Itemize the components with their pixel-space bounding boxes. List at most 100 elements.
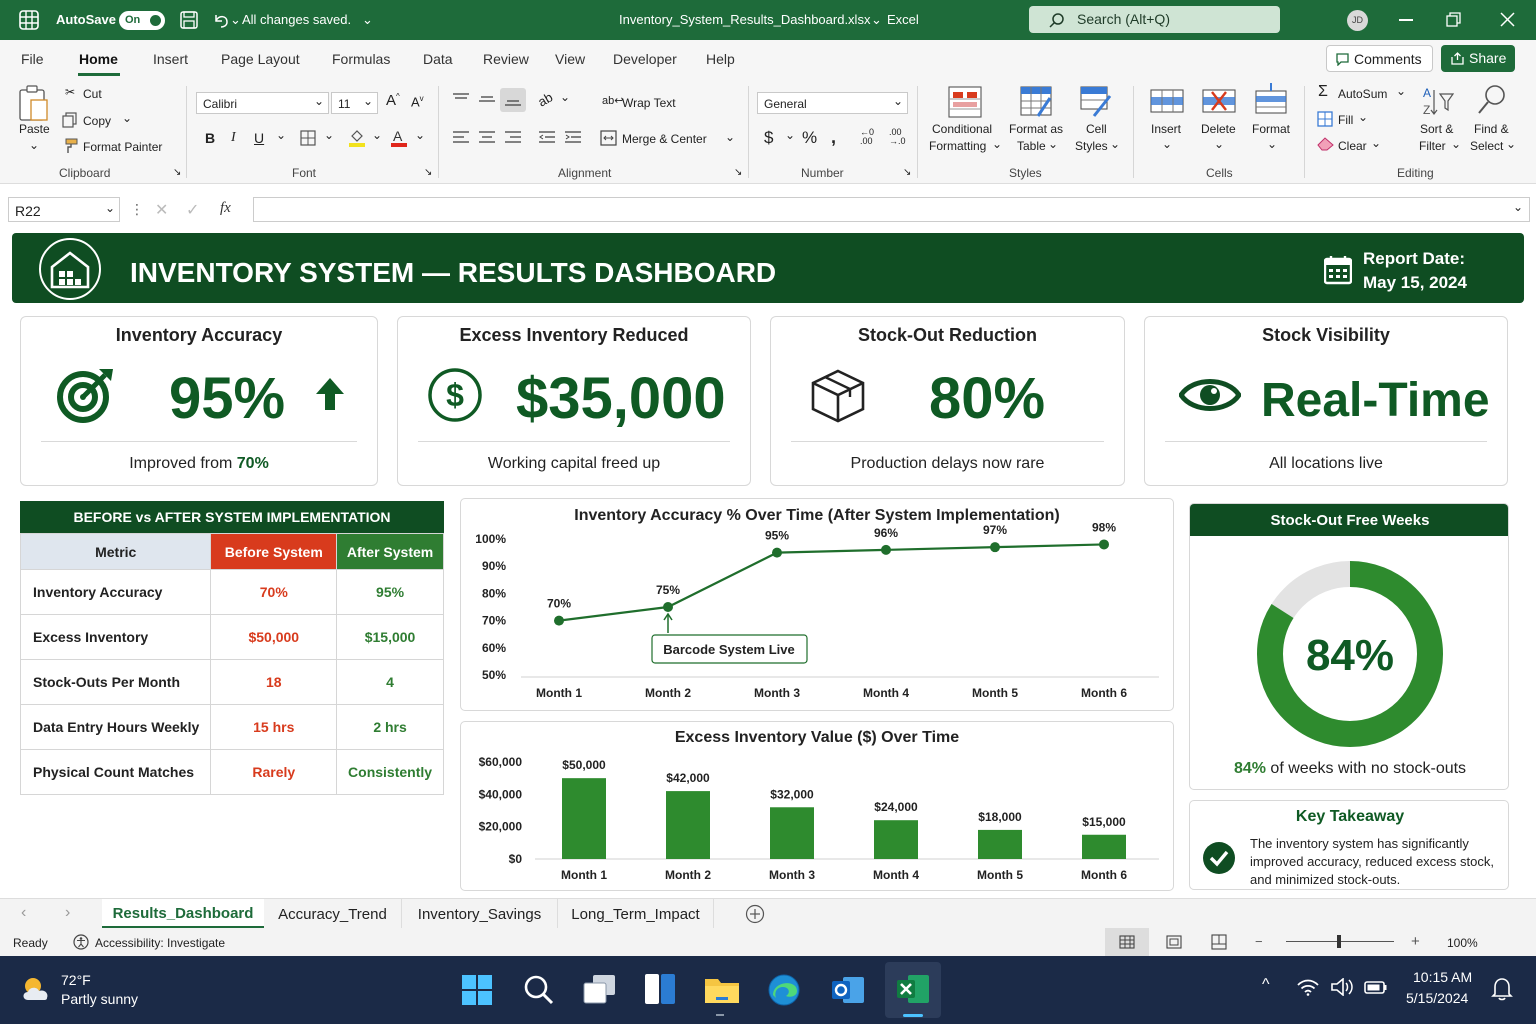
font-color-icon[interactable]: A bbox=[390, 128, 408, 148]
font-size-select[interactable]: 11 ⌄ bbox=[331, 92, 378, 114]
taskbar-search-icon[interactable] bbox=[522, 973, 554, 1005]
number-launcher-icon[interactable]: ↘ bbox=[903, 167, 911, 178]
percent-icon[interactable]: % bbox=[802, 128, 817, 148]
undo-dropdown[interactable]: ⌄ bbox=[230, 12, 241, 28]
conditional-formatting-icon[interactable] bbox=[948, 86, 982, 118]
currency-icon[interactable]: $ bbox=[764, 128, 773, 148]
fill-color-dropdown[interactable]: ⌄ bbox=[372, 128, 382, 142]
paste-icon[interactable] bbox=[17, 84, 51, 124]
wrap-text-button[interactable]: Wrap Text bbox=[622, 96, 676, 110]
align-center-icon[interactable] bbox=[478, 130, 496, 146]
clock-date[interactable]: 5/15/2024 bbox=[1406, 990, 1468, 1006]
expand-formula-chevron-icon[interactable]: ⌄ bbox=[1513, 200, 1523, 214]
clock-time[interactable]: 10:15 AM bbox=[1413, 969, 1472, 985]
tab-page-layout[interactable]: Page Layout bbox=[221, 51, 300, 67]
decrease-indent-icon[interactable] bbox=[538, 130, 556, 146]
save-status-chevron-icon[interactable]: ⌄ bbox=[362, 12, 373, 28]
tab-data[interactable]: Data bbox=[423, 51, 453, 67]
normal-view-button[interactable] bbox=[1105, 928, 1149, 956]
format-cells-icon[interactable] bbox=[1255, 83, 1287, 117]
merge-dropdown[interactable]: ⌄ bbox=[725, 130, 735, 144]
scroll-right-icon[interactable]: › bbox=[65, 904, 70, 922]
font-name-select[interactable]: Calibri ⌄ bbox=[196, 92, 329, 114]
excel-taskbar-button[interactable] bbox=[885, 962, 941, 1018]
add-sheet-icon[interactable] bbox=[745, 904, 765, 924]
page-break-view-icon[interactable] bbox=[1211, 934, 1227, 950]
find-select-icon[interactable] bbox=[1476, 83, 1508, 117]
cancel-entry-icon[interactable]: ✕ bbox=[155, 200, 168, 220]
tab-home[interactable]: Home bbox=[79, 51, 118, 67]
increase-font-icon[interactable]: A^ bbox=[386, 92, 400, 109]
format-as-table-dropdown[interactable]: ⌄ bbox=[1048, 137, 1058, 151]
orientation-dropdown[interactable]: ⌄ bbox=[560, 90, 570, 104]
task-view-icon[interactable] bbox=[583, 974, 617, 1006]
search-input[interactable]: Search (Alt+Q) bbox=[1029, 6, 1280, 33]
clipboard-launcher-icon[interactable]: ↘ bbox=[173, 167, 181, 178]
format-painter-icon[interactable] bbox=[62, 138, 78, 154]
accessibility-status[interactable]: Accessibility: Investigate bbox=[95, 936, 225, 950]
increase-decimal-icon[interactable]: ←0.00 bbox=[860, 128, 874, 146]
notifications-bell-icon[interactable] bbox=[1491, 977, 1513, 1001]
sheet-tab-long-term-impact[interactable]: Long_Term_Impact bbox=[558, 899, 714, 929]
decrease-decimal-icon[interactable]: .00 →.0 bbox=[889, 128, 906, 146]
increase-indent-icon[interactable] bbox=[564, 130, 582, 146]
zoom-out-icon[interactable]: − bbox=[1255, 934, 1263, 949]
find-select-button[interactable]: Find & bbox=[1474, 122, 1509, 136]
delete-cells-dropdown[interactable]: ⌄ bbox=[1214, 137, 1224, 151]
conditional-formatting-button[interactable]: Conditional bbox=[932, 122, 992, 136]
alignment-launcher-icon[interactable]: ↘ bbox=[734, 167, 742, 178]
cell-styles-button[interactable]: Cell bbox=[1086, 122, 1107, 136]
tab-insert[interactable]: Insert bbox=[153, 51, 188, 67]
wrap-text-icon[interactable]: ab↩ bbox=[602, 94, 623, 107]
insert-function-icon[interactable]: fx bbox=[220, 200, 231, 217]
tab-formulas[interactable]: Formulas bbox=[332, 51, 390, 67]
autosum-button[interactable]: AutoSum bbox=[1338, 87, 1387, 101]
wifi-icon[interactable] bbox=[1297, 978, 1319, 996]
restore-icon[interactable] bbox=[1446, 12, 1461, 27]
scroll-left-icon[interactable]: ‹ bbox=[21, 904, 26, 922]
copy-icon[interactable] bbox=[62, 112, 78, 128]
name-box[interactable]: R22 ⌄ bbox=[8, 197, 120, 222]
fill-icon[interactable] bbox=[1317, 111, 1333, 127]
tab-review[interactable]: Review bbox=[483, 51, 529, 67]
tab-help[interactable]: Help bbox=[706, 51, 735, 67]
format-painter-button[interactable]: Format Painter bbox=[83, 140, 162, 154]
clear-icon[interactable] bbox=[1317, 137, 1334, 151]
copy-dropdown[interactable]: ⌄ bbox=[122, 111, 132, 125]
autosum-dropdown[interactable]: ⌄ bbox=[1396, 84, 1406, 98]
autosave-toggle[interactable]: On bbox=[119, 11, 165, 30]
save-icon[interactable] bbox=[180, 11, 198, 29]
comments-button[interactable]: Comments bbox=[1326, 45, 1433, 72]
formula-options-icon[interactable]: ⋮ bbox=[130, 201, 144, 218]
number-format-select[interactable]: General ⌄ bbox=[757, 92, 908, 114]
accessibility-icon[interactable] bbox=[73, 934, 89, 950]
clear-dropdown[interactable]: ⌄ bbox=[1371, 136, 1381, 150]
sheet-tab-inventory-savings[interactable]: Inventory_Savings bbox=[402, 899, 558, 929]
tab-view[interactable]: View bbox=[555, 51, 585, 67]
sheet-tab-accuracy-trend[interactable]: Accuracy_Trend bbox=[264, 899, 402, 929]
sort-filter-icon[interactable]: AZ bbox=[1422, 84, 1454, 118]
delete-cells-icon[interactable] bbox=[1202, 86, 1236, 116]
formula-input[interactable]: ⌄ bbox=[253, 197, 1530, 222]
insert-cells-dropdown[interactable]: ⌄ bbox=[1162, 137, 1172, 151]
fill-color-icon[interactable] bbox=[348, 128, 366, 148]
tab-developer[interactable]: Developer bbox=[613, 51, 677, 67]
zoom-in-icon[interactable]: + bbox=[1411, 933, 1420, 950]
merge-center-icon[interactable] bbox=[600, 130, 617, 146]
underline-dropdown[interactable]: ⌄ bbox=[276, 128, 286, 142]
italic-icon[interactable]: I bbox=[231, 130, 236, 146]
comma-style-icon[interactable]: , bbox=[831, 127, 836, 148]
worksheet[interactable]: INVENTORY SYSTEM — RESULTS DASHBOARD Rep… bbox=[0, 226, 1536, 898]
cell-styles-dropdown[interactable]: ⌄ bbox=[1110, 137, 1120, 151]
underline-icon[interactable]: U bbox=[254, 130, 264, 146]
conditional-formatting-dropdown[interactable]: ⌄ bbox=[992, 137, 1002, 151]
sort-filter-button[interactable]: Sort & bbox=[1420, 122, 1453, 136]
widgets-icon[interactable] bbox=[644, 973, 676, 1005]
undo-icon[interactable] bbox=[212, 11, 230, 29]
volume-icon[interactable] bbox=[1331, 978, 1355, 996]
sheet-tab-results-dashboard[interactable]: Results_Dashboard bbox=[102, 899, 264, 929]
borders-dropdown[interactable]: ⌄ bbox=[324, 128, 334, 142]
font-launcher-icon[interactable]: ↘ bbox=[424, 167, 432, 178]
paste-dropdown[interactable]: ⌄ bbox=[29, 138, 39, 152]
page-layout-view-icon[interactable] bbox=[1166, 935, 1182, 949]
